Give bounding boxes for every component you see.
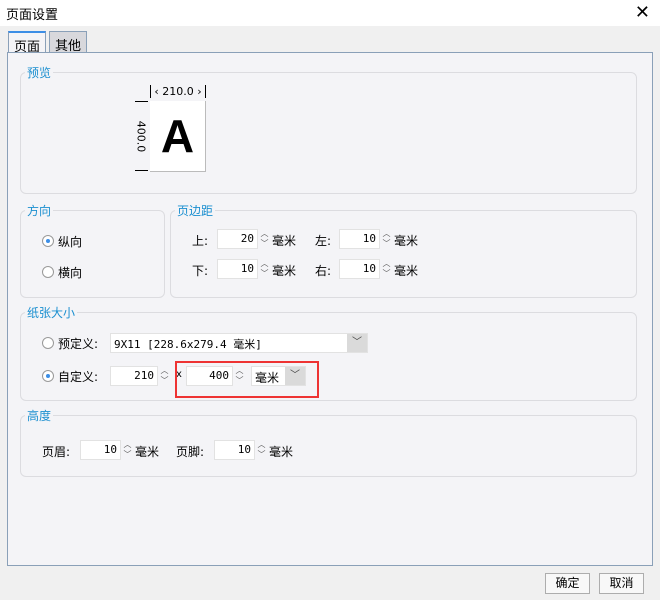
paper-label: 纸张大小 bbox=[25, 304, 78, 321]
preview-page: A bbox=[150, 101, 206, 172]
header-unit: 毫米 bbox=[135, 445, 160, 459]
preview-group: 预览 bbox=[20, 64, 637, 194]
margin-left-label: 左: bbox=[315, 234, 332, 248]
highlight-box bbox=[175, 361, 319, 398]
margin-bottom-label: 下: bbox=[192, 264, 209, 278]
margins-group: 页边距 bbox=[170, 202, 637, 298]
margin-right-unit: 毫米 bbox=[394, 264, 419, 278]
portrait-radio[interactable] bbox=[42, 235, 54, 247]
preview-height-value: 400.0 bbox=[134, 120, 148, 153]
margin-top-input[interactable]: 20 bbox=[217, 229, 258, 249]
height-label: 高度 bbox=[25, 407, 54, 424]
header-input[interactable]: 10 bbox=[80, 440, 121, 460]
custom-radio[interactable] bbox=[42, 370, 54, 382]
footer-unit: 毫米 bbox=[269, 445, 294, 459]
tab-other[interactable]: 其他 bbox=[49, 31, 88, 54]
orientation-label: 方向 bbox=[25, 202, 54, 219]
chevron-down-icon[interactable]: ﹀ bbox=[347, 334, 367, 352]
custom-label: 自定义: bbox=[58, 370, 99, 384]
margin-left-unit: 毫米 bbox=[394, 234, 419, 248]
landscape-label: 横向 bbox=[58, 266, 83, 280]
margin-top-spinner[interactable]: ︿ ﹀ bbox=[258, 229, 271, 249]
preview-width-value: 210.0 bbox=[162, 85, 194, 98]
landscape-radio[interactable] bbox=[42, 266, 54, 278]
preview-height: 400.0 bbox=[135, 101, 148, 171]
predefined-label: 预定义: bbox=[58, 337, 99, 351]
margin-bottom-spinner[interactable]: ︿ ﹀ bbox=[258, 259, 271, 279]
paper-width-input[interactable]: 210 bbox=[110, 366, 158, 386]
preview-label: 预览 bbox=[25, 64, 54, 81]
orientation-group: 方向 bbox=[20, 202, 165, 298]
margin-left-spinner[interactable]: ︿ ﹀ bbox=[380, 229, 393, 249]
title-bar: 页面设置 ✕ bbox=[0, 0, 660, 26]
footer-spinner[interactable]: ︿ ﹀ bbox=[255, 440, 268, 460]
footer-label: 页脚: bbox=[176, 445, 205, 459]
paper-width-spinner[interactable]: ︿ ﹀ bbox=[158, 366, 171, 386]
margin-bottom-unit: 毫米 bbox=[272, 264, 297, 278]
cancel-button[interactable]: 取消 bbox=[599, 573, 644, 594]
paper-group: 纸张大小 bbox=[20, 304, 637, 401]
margins-label: 页边距 bbox=[175, 202, 216, 219]
margin-top-label: 上: bbox=[192, 234, 209, 248]
tab-page[interactable]: 页面 bbox=[8, 31, 47, 55]
predefined-value: 9X11 [228.6x279.4 毫米] bbox=[114, 338, 262, 351]
margin-right-label: 右: bbox=[315, 264, 332, 278]
preview-width: ‹ 210.0 › bbox=[150, 85, 206, 98]
footer-input[interactable]: 10 bbox=[214, 440, 255, 460]
ok-button[interactable]: 确定 bbox=[545, 573, 590, 594]
close-icon[interactable]: ✕ bbox=[635, 2, 650, 23]
margin-left-input[interactable]: 10 bbox=[339, 229, 380, 249]
header-spinner[interactable]: ︿ ﹀ bbox=[121, 440, 134, 460]
margin-bottom-input[interactable]: 10 bbox=[217, 259, 258, 279]
portrait-label: 纵向 bbox=[58, 235, 83, 249]
margin-right-input[interactable]: 10 bbox=[339, 259, 380, 279]
window-title: 页面设置 bbox=[6, 8, 59, 23]
header-label: 页眉: bbox=[42, 445, 71, 459]
margin-right-spinner[interactable]: ︿ ﹀ bbox=[380, 259, 393, 279]
predefined-select[interactable]: 9X11 [228.6x279.4 毫米] ﹀ bbox=[110, 333, 368, 353]
predefined-radio[interactable] bbox=[42, 337, 54, 349]
margin-top-unit: 毫米 bbox=[272, 234, 297, 248]
